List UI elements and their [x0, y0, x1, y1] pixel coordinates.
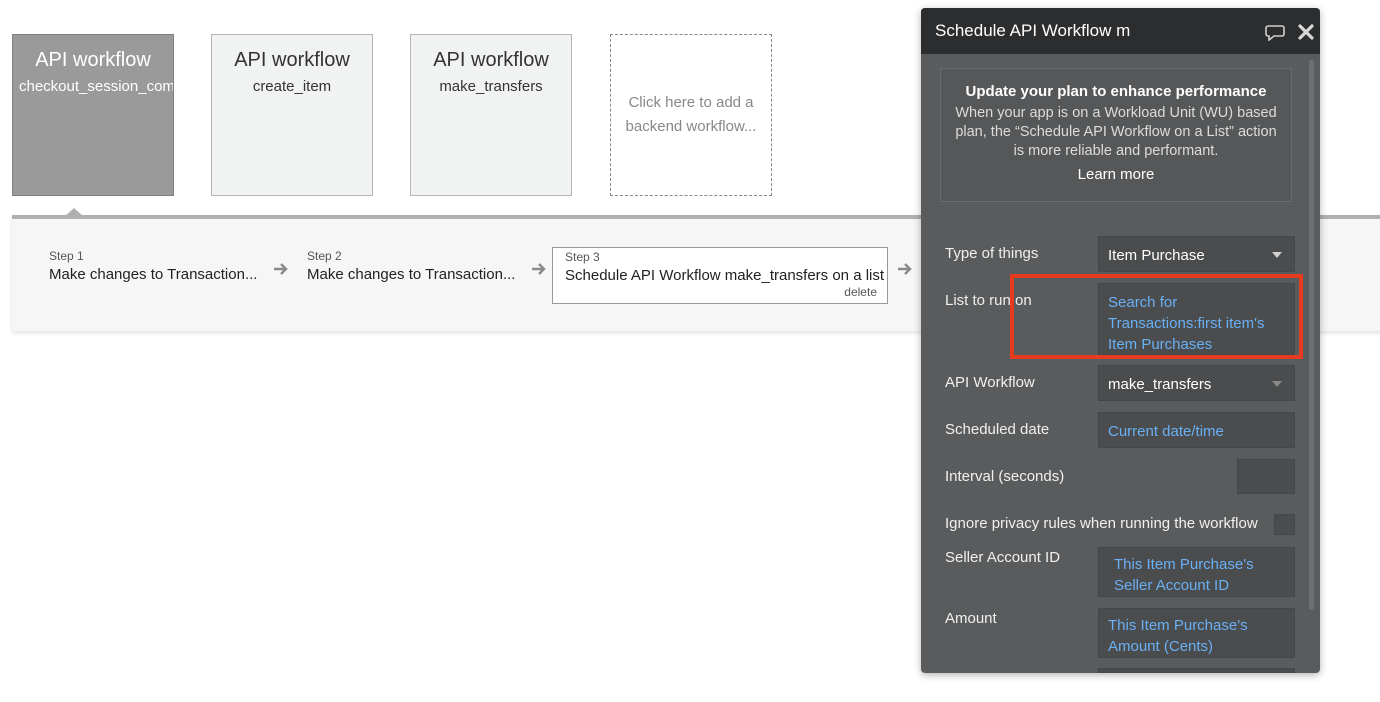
api-workflow-value: make_transfers [1108, 376, 1212, 393]
step-number: Step 3 [565, 250, 600, 264]
panel-title: Schedule API Workflow m [935, 21, 1131, 40]
chevron-down-icon [1272, 252, 1282, 258]
seller-account-id-expression[interactable]: This Item Purchase's Seller Account ID [1098, 547, 1295, 597]
arrow-right-icon [532, 263, 546, 275]
add-backend-workflow-button[interactable]: Click here to add a backend workflow... [610, 34, 772, 196]
delete-step-link[interactable]: delete [844, 285, 877, 299]
scheduled-date-label: Scheduled date [945, 421, 1050, 438]
api-workflow-dropdown[interactable]: make_transfers [1098, 365, 1295, 401]
arrow-right-icon [274, 263, 288, 275]
step-3[interactable]: Step 3 Schedule API Workflow make_transf… [552, 247, 888, 304]
plan-upgrade-notice: Update your plan to enhance performance … [940, 68, 1292, 202]
workflow-card-name: create_item [252, 78, 332, 95]
seller-account-id-label: Seller Account ID [945, 549, 1061, 566]
panel-scrollbar[interactable] [1309, 60, 1314, 610]
step-description: Make changes to Transaction... [49, 266, 258, 283]
workflow-card-name: checkout_session_com [19, 78, 173, 95]
amount-label: Amount [945, 610, 997, 627]
step-description: Schedule API Workflow make_transfers on … [565, 267, 885, 284]
list-to-run-on-label: List to run on [945, 292, 1032, 309]
scheduled-date-value: Current date/time [1108, 423, 1224, 440]
arrow-right-icon [898, 263, 912, 275]
add-workflow-label: Click here to add a backend workflow... [625, 94, 757, 135]
ignore-privacy-rules-label: Ignore privacy rules when running the wo… [945, 515, 1258, 532]
comment-icon[interactable] [1265, 23, 1285, 41]
close-icon[interactable] [1296, 23, 1316, 41]
learn-more-link[interactable]: Learn more [1078, 166, 1155, 183]
chevron-down-icon [1272, 381, 1282, 387]
workflow-card-title: API workflow [433, 49, 549, 71]
list-to-run-on-value: Search for Transactions:first item's Ite… [1108, 294, 1265, 353]
amount-value: This Item Purchase's Amount (Cents) [1108, 617, 1248, 655]
type-of-things-label: Type of things [945, 245, 1039, 262]
interval-seconds-label: Interval (seconds) [945, 468, 1065, 485]
next-field-partial [1098, 668, 1295, 673]
interval-seconds-input[interactable] [1237, 459, 1295, 494]
workflow-card-checkout-session[interactable]: API workflow checkout_session_com [12, 34, 174, 196]
workflow-card-title: API workflow [234, 49, 350, 71]
ignore-privacy-rules-checkbox[interactable] [1274, 514, 1295, 535]
action-property-editor: Schedule API Workflow m Update your plan… [921, 8, 1320, 673]
type-of-things-value: Item Purchase [1108, 247, 1205, 264]
type-of-things-dropdown[interactable]: Item Purchase [1098, 236, 1295, 272]
step-number: Step 1 [49, 249, 84, 263]
step-description: Make changes to Transaction... [307, 266, 516, 283]
notice-title: Update your plan to enhance performance [965, 83, 1267, 100]
workflow-card-create-item[interactable]: API workflow create_item [211, 34, 373, 196]
workflow-card-name: make_transfers [439, 78, 543, 95]
api-workflow-label: API Workflow [945, 374, 1035, 391]
scheduled-date-expression[interactable]: Current date/time [1098, 412, 1295, 448]
amount-expression[interactable]: This Item Purchase's Amount (Cents) [1098, 608, 1295, 658]
step-1[interactable]: Step 1 Make changes to Transaction... [49, 249, 257, 283]
workflow-card-title: API workflow [35, 49, 151, 71]
step-number: Step 2 [307, 249, 342, 263]
seller-account-id-value: This Item Purchase's Seller Account ID [1114, 556, 1254, 594]
notice-body: When your app is on a Workload Unit (WU)… [955, 105, 1277, 159]
panel-header: Schedule API Workflow m [921, 8, 1320, 54]
step-2[interactable]: Step 2 Make changes to Transaction... [307, 249, 515, 283]
list-to-run-on-expression[interactable]: Search for Transactions:first item's Ite… [1098, 283, 1295, 355]
workflow-card-make-transfers[interactable]: API workflow make_transfers [410, 34, 572, 196]
